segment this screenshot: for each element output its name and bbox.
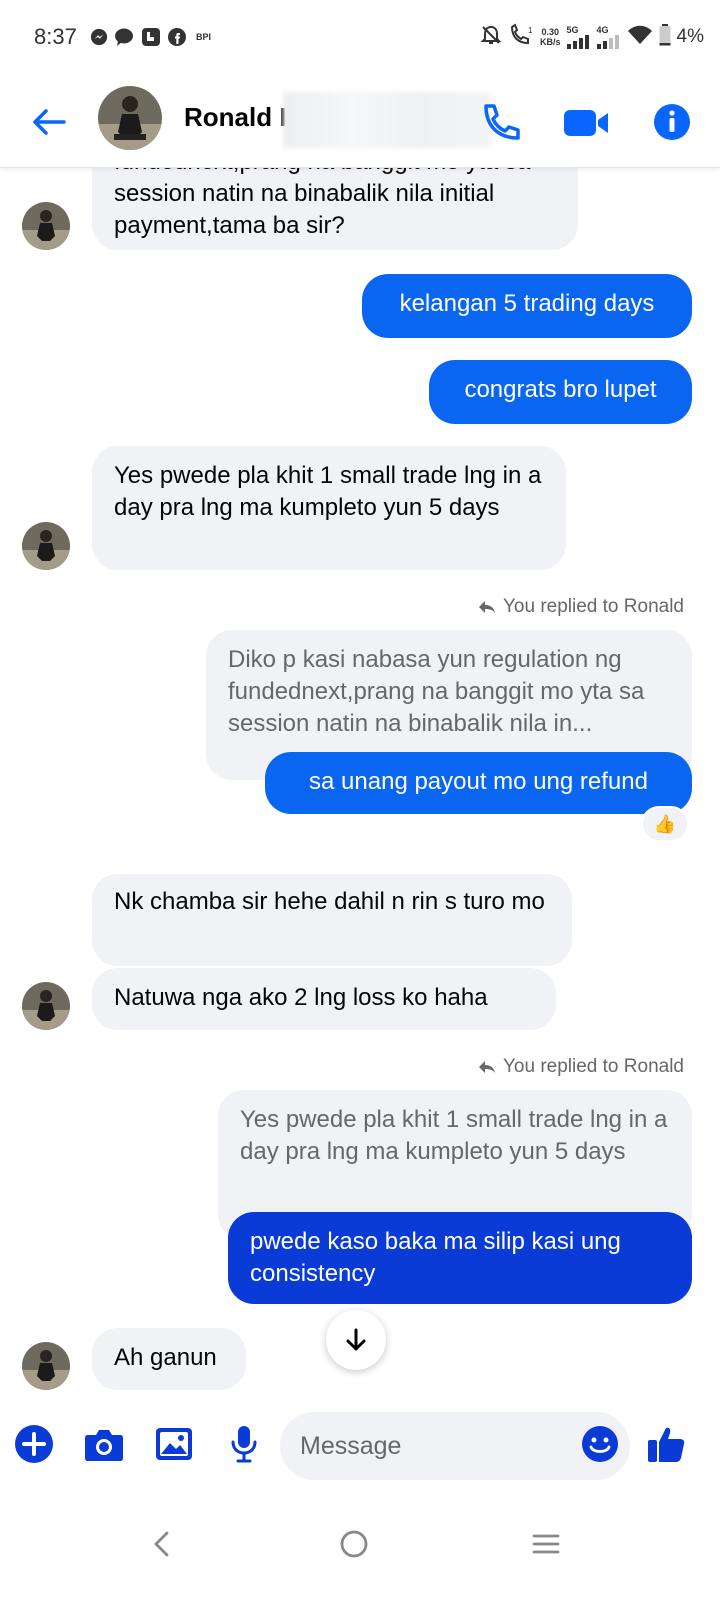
arrow-down-icon xyxy=(346,1328,366,1351)
message-text: congrats bro lupet xyxy=(464,376,657,403)
chevron-left-icon xyxy=(154,1531,169,1557)
contact-avatar[interactable] xyxy=(98,86,162,150)
camera-icon xyxy=(85,1430,123,1461)
contact-name[interactable]: Ronald I xyxy=(184,102,287,133)
thumbs-up-reaction[interactable]: 👍 xyxy=(641,806,689,842)
outgoing-message[interactable]: congrats bro lupet xyxy=(429,360,692,424)
mute-bell-icon xyxy=(480,24,502,51)
menu-lines-icon xyxy=(532,1534,560,1554)
gallery-button[interactable] xyxy=(152,1422,196,1466)
microphone-icon xyxy=(231,1426,257,1463)
person-photo-icon xyxy=(22,202,70,250)
status-time: 8:37 xyxy=(34,24,77,49)
phone-icon xyxy=(484,104,520,140)
incoming-message[interactable]: Nk chamba sir hehe dahil n rin s turo mo xyxy=(92,874,572,966)
status-indicators: 1 0.30 KB/s 5G 4G 4% xyxy=(480,22,704,52)
message-text: Natuwa nga ako 2 lng loss ko haha xyxy=(114,984,488,1011)
message-text: kelangan 5 trading days xyxy=(399,290,655,317)
audio-call-button[interactable] xyxy=(476,98,526,148)
reply-arrow-icon xyxy=(479,1061,495,1073)
chat-notification-icon xyxy=(114,28,134,46)
emoji-icon xyxy=(582,1426,618,1462)
message-text: Ah ganun xyxy=(114,1344,217,1371)
like-button[interactable] xyxy=(644,1422,688,1466)
image-icon xyxy=(156,1428,192,1460)
person-photo-icon xyxy=(22,1342,70,1390)
person-photo-icon xyxy=(98,86,162,150)
nav-home-button[interactable] xyxy=(324,1514,384,1574)
person-photo-icon xyxy=(22,982,70,1030)
scroll-to-bottom-button[interactable] xyxy=(326,1310,386,1370)
voice-message-button[interactable] xyxy=(222,1422,266,1466)
system-navigation-bar xyxy=(0,1496,720,1600)
messenger-notification-icon xyxy=(90,28,108,46)
sender-avatar[interactable] xyxy=(22,202,70,250)
signal-5g: 5G xyxy=(566,25,591,49)
nav-back-button[interactable] xyxy=(132,1514,192,1574)
message-composer xyxy=(0,1404,720,1488)
info-icon xyxy=(654,104,690,140)
back-button[interactable] xyxy=(28,100,72,144)
redacted-name-blur xyxy=(283,92,491,148)
wifi-icon xyxy=(627,25,653,50)
reply-indicator-text: You replied to Ronald xyxy=(503,1056,684,1077)
camera-button[interactable] xyxy=(82,1422,126,1466)
conversation-info-button[interactable] xyxy=(646,96,698,148)
back-arrow-icon xyxy=(33,109,66,135)
video-camera-icon xyxy=(564,110,608,136)
nav-recents-button[interactable] xyxy=(516,1514,576,1574)
status-bar: 8:37 BPI 1 0.30 KB/s 5G 4G 4% xyxy=(0,0,720,78)
quoted-text: Yes pwede pla khit 1 small trade lng in … xyxy=(240,1106,668,1165)
reply-indicator: You replied to Ronald xyxy=(477,596,684,618)
incoming-message[interactable]: Natuwa nga ako 2 lng loss ko haha xyxy=(92,968,556,1030)
network-speed: 0.30 KB/s xyxy=(540,27,561,47)
network-type-1: 5G xyxy=(566,25,579,35)
outgoing-message[interactable]: sa unang payout mo ung refund xyxy=(265,752,692,814)
outgoing-message[interactable]: pwede kaso baka ma silip kasi ung consis… xyxy=(228,1212,692,1304)
network-type-2: 4G xyxy=(596,25,609,35)
svg-text:1: 1 xyxy=(528,26,533,35)
reply-indicator-text: You replied to Ronald xyxy=(503,596,684,617)
quoted-text: Diko p kasi nabasa yun regulation ng fun… xyxy=(228,646,645,737)
reply-indicator: You replied to Ronald xyxy=(477,1056,684,1078)
home-circle-icon xyxy=(340,1530,368,1558)
emoji-button[interactable] xyxy=(578,1422,622,1466)
bpi-notification: BPI xyxy=(196,32,212,42)
message-text: sa unang payout mo ung refund xyxy=(309,768,648,795)
incoming-message[interactable]: Yes pwede pla khit 1 small trade lng in … xyxy=(92,446,566,570)
battery-percent: 4% xyxy=(676,26,704,47)
reaction-emoji: 👍 xyxy=(653,813,677,834)
message-text: Nk chamba sir hehe dahil n rin s turo mo xyxy=(114,888,545,915)
more-actions-button[interactable] xyxy=(12,1422,56,1466)
message-text: Yes pwede pla khit 1 small trade lng in … xyxy=(114,462,542,521)
person-photo-icon xyxy=(22,522,70,570)
message-text: pwede kaso baka ma silip kasi ung consis… xyxy=(250,1228,621,1287)
thumbs-up-icon xyxy=(648,1427,685,1462)
sender-avatar[interactable] xyxy=(22,522,70,570)
phone-app-notification-icon xyxy=(142,28,160,46)
outgoing-message[interactable]: kelangan 5 trading days xyxy=(362,274,692,338)
battery-icon xyxy=(659,23,671,51)
wifi-call-icon: 1 xyxy=(508,22,534,52)
speed-value: 0.30 xyxy=(541,27,560,37)
speed-unit: KB/s xyxy=(540,37,561,47)
chat-header: Ronald I xyxy=(0,78,720,168)
facebook-notification-icon xyxy=(168,28,186,46)
video-call-button[interactable] xyxy=(562,100,612,146)
incoming-message[interactable]: Ah ganun xyxy=(92,1328,246,1390)
plus-circle-icon xyxy=(15,1425,53,1463)
signal-4g: 4G xyxy=(596,25,621,49)
sender-avatar[interactable] xyxy=(22,982,70,1030)
sender-avatar[interactable] xyxy=(22,1342,70,1390)
reply-arrow-icon xyxy=(479,601,495,613)
